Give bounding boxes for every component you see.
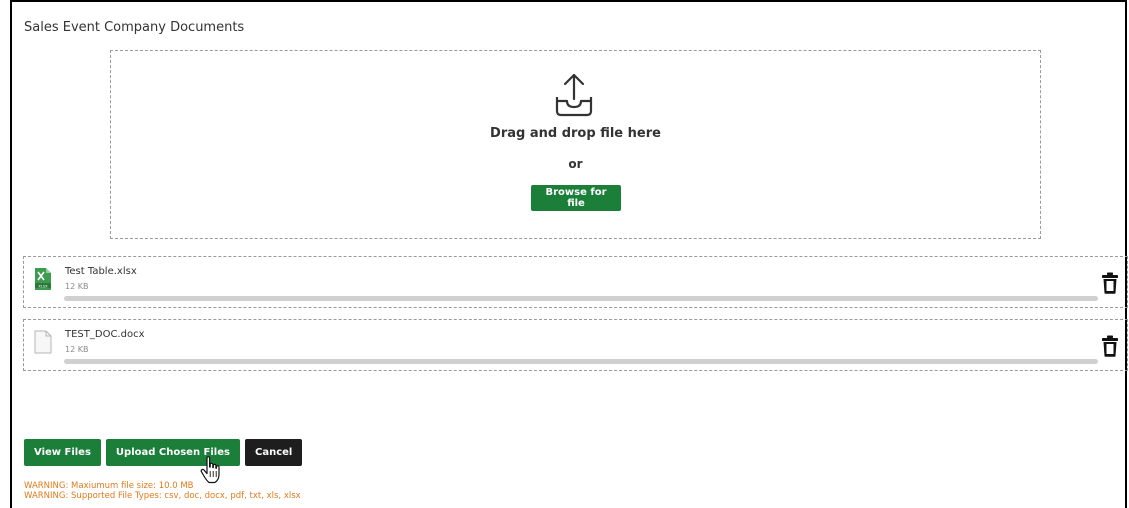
- or-text: or: [568, 157, 583, 171]
- upload-tray-icon: [555, 73, 593, 117]
- hand-cursor-icon: [200, 456, 220, 484]
- max-size-warning: WARNING: Maxiumum file size: 10.0 MB: [24, 481, 194, 491]
- panel-title: Sales Event Company Documents: [24, 20, 245, 35]
- upload-progress-bar: [64, 296, 1098, 301]
- document-file-icon: [34, 330, 52, 354]
- file-types-warning: WARNING: Supported File Types: csv, doc,…: [24, 491, 301, 501]
- browse-file-button[interactable]: Browse for file: [531, 185, 621, 211]
- warnings: WARNING: Maxiumum file size: 10.0 MB WAR…: [24, 481, 301, 501]
- view-files-button[interactable]: View Files: [24, 439, 101, 466]
- progress-fill: [64, 296, 1098, 301]
- delete-file-button[interactable]: [1101, 335, 1119, 357]
- file-name: TEST_DOC.docx: [65, 329, 145, 340]
- file-name: Test Table.xlsx: [65, 266, 137, 277]
- action-bar: View Files Upload Chosen Files Cancel: [24, 439, 303, 466]
- xlsx-file-icon: XLSX: [35, 268, 51, 290]
- upload-progress-bar: [64, 359, 1098, 364]
- upload-panel: Sales Event Company Documents Drag and d…: [10, 0, 1128, 508]
- drag-drop-text: Drag and drop file here: [490, 126, 661, 141]
- trash-icon: [1102, 335, 1118, 357]
- svg-text:XLSX: XLSX: [38, 284, 48, 288]
- progress-fill: [64, 359, 1098, 364]
- file-size: 12 KB: [65, 282, 89, 291]
- file-item: TEST_DOC.docx 12 KB: [23, 319, 1128, 371]
- dropzone[interactable]: Drag and drop file here or Browse for fi…: [110, 50, 1041, 239]
- delete-file-button[interactable]: [1101, 272, 1119, 294]
- cancel-button[interactable]: Cancel: [244, 439, 303, 466]
- file-item: XLSX Test Table.xlsx 12 KB: [23, 256, 1128, 308]
- trash-icon: [1102, 272, 1118, 294]
- file-size: 12 KB: [65, 345, 89, 354]
